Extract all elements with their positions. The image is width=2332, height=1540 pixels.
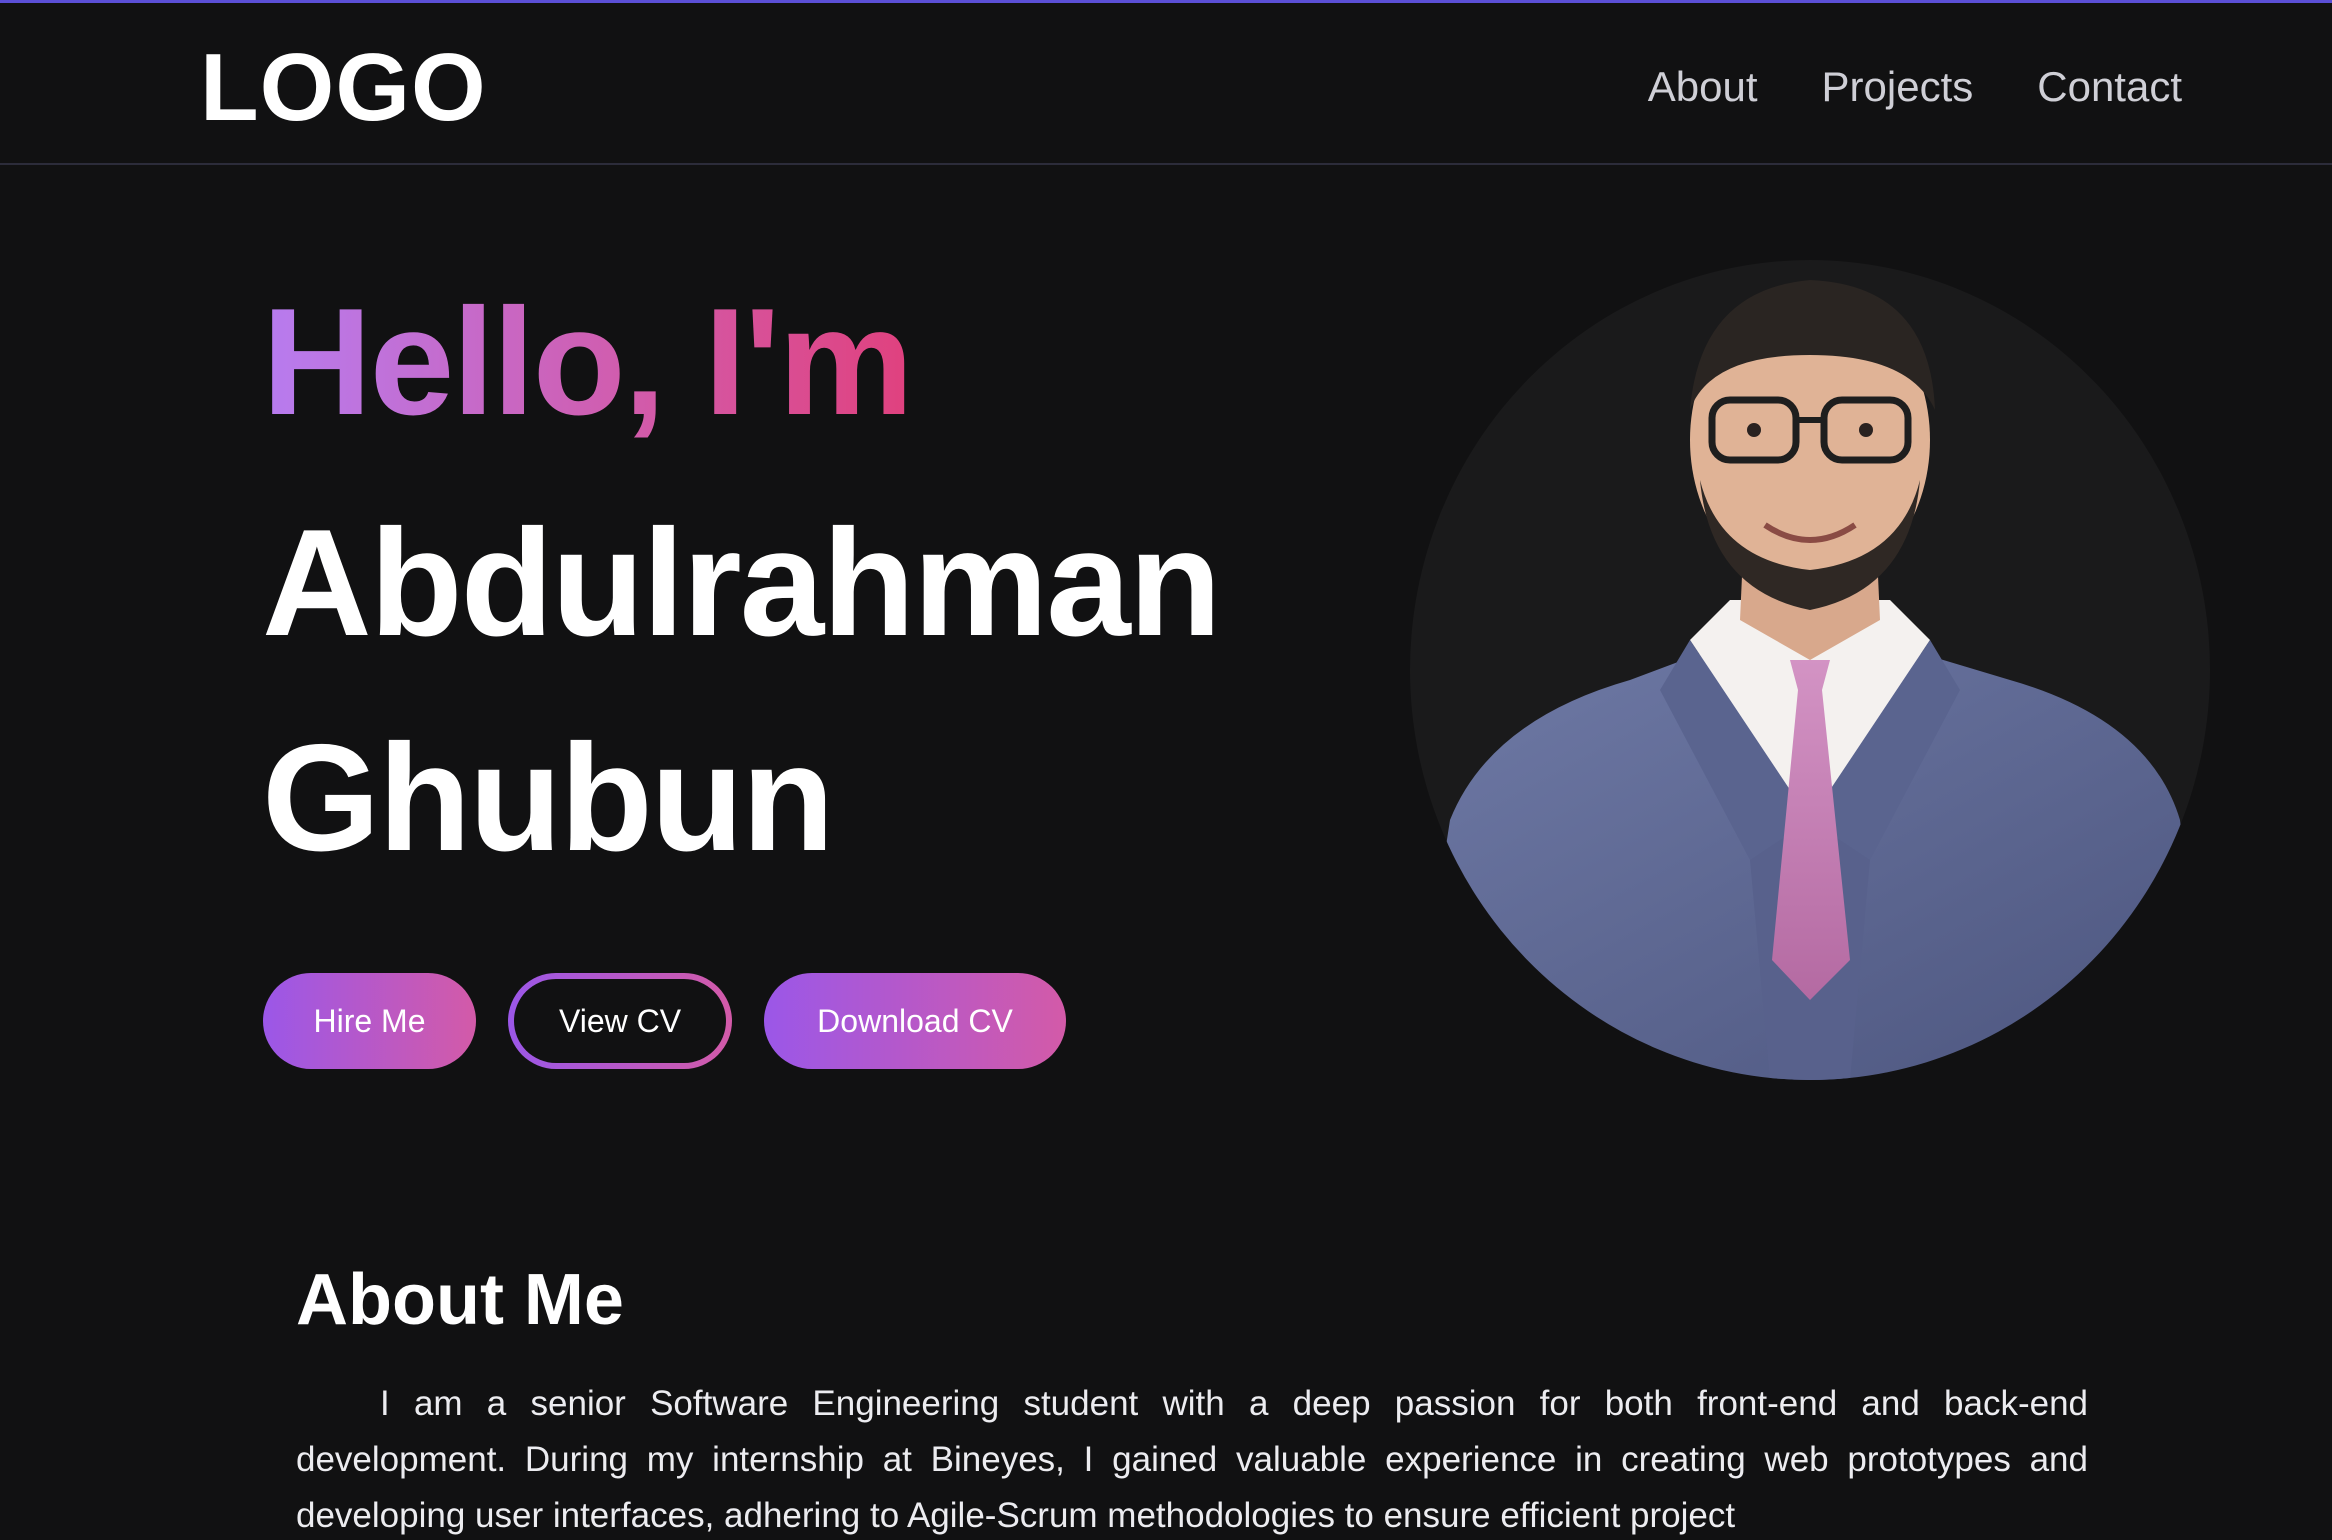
person-photo-illustration (1410, 280, 2210, 1080)
hire-me-button[interactable]: Hire Me (263, 973, 476, 1069)
hero-first-name: Abdulrahman (262, 498, 1222, 668)
view-cv-button[interactable]: View CV (508, 973, 732, 1069)
portfolio-page: LOGO About Projects Contact Hello, I'm A… (0, 0, 2332, 1540)
profile-portrait (1410, 240, 2210, 1100)
nav-link-projects[interactable]: Projects (1822, 57, 1974, 117)
nav-links: About Projects Contact (1648, 57, 2182, 117)
about-text: I am a senior Software Engineering stude… (296, 1384, 2088, 1535)
hero-last-name: Ghubun (262, 713, 834, 883)
hero-buttons: Hire Me View CV Download CV (263, 973, 1066, 1069)
about-title: About Me (296, 1260, 624, 1340)
logo[interactable]: LOGO (200, 33, 487, 143)
download-cv-button[interactable]: Download CV (764, 973, 1066, 1069)
nav-link-about[interactable]: About (1648, 57, 1758, 117)
nav-link-contact[interactable]: Contact (2037, 57, 2182, 117)
portrait-circle (1410, 260, 2210, 1080)
navbar: LOGO About Projects Contact (0, 3, 2332, 165)
hero-greeting: Hello, I'm (262, 277, 914, 447)
